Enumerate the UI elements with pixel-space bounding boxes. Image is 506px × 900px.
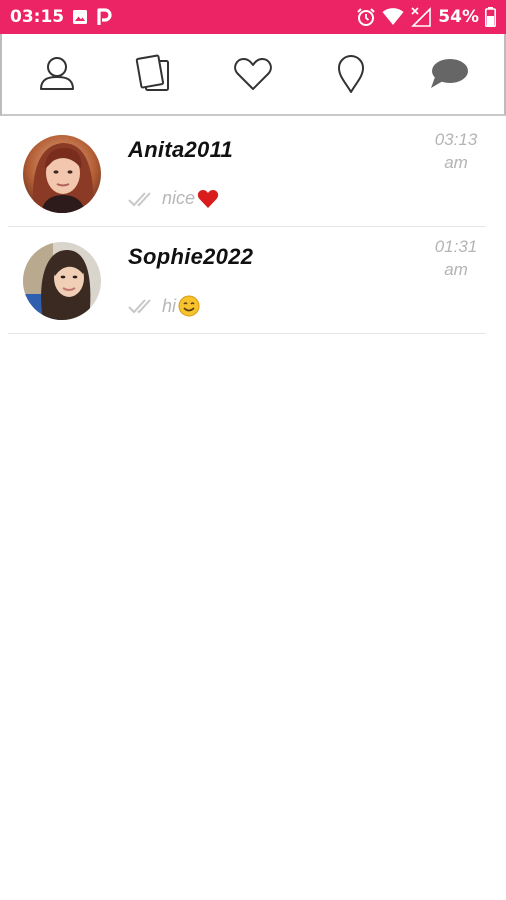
image-icon [72, 9, 88, 25]
conversation-item[interactable]: Sophie2022 hi 01:31 am [8, 227, 486, 334]
conversation-username: Sophie2022 [128, 244, 254, 269]
tab-nearby[interactable] [321, 44, 381, 104]
last-message: nice [128, 188, 219, 209]
last-message-text: nice [162, 188, 196, 208]
last-message-text: hi [162, 295, 177, 316]
p-app-icon [96, 8, 112, 26]
status-bar: 03:15 54% [0, 0, 506, 34]
double-check-icon [128, 298, 160, 314]
tab-bar [0, 34, 506, 116]
tab-likes[interactable] [223, 44, 283, 104]
avatar [23, 242, 101, 320]
conversation-list: Anita2011 nice 03:13 am Sophie2022 hi 01… [0, 120, 506, 334]
cards-icon [135, 54, 169, 91]
battery-percent: 54% [438, 7, 479, 27]
conversation-username: Anita2011 [128, 137, 234, 162]
conversation-time: 03:13 am [434, 130, 478, 172]
red-heart-emoji-icon [197, 189, 219, 209]
avatar [23, 135, 101, 213]
battery-icon [485, 7, 496, 27]
chat-bubble-icon [431, 59, 468, 88]
double-check-icon [128, 191, 160, 207]
tab-messages[interactable] [419, 44, 479, 104]
alarm-icon [356, 7, 376, 27]
conversation-time: 01:31 am [434, 237, 478, 279]
smiling-face-emoji-icon [178, 295, 200, 317]
tab-cards[interactable] [125, 44, 185, 104]
status-time: 03:15 [10, 7, 65, 27]
tab-profile[interactable] [27, 44, 87, 104]
location-pin-icon [338, 55, 364, 93]
user-icon [40, 57, 74, 90]
last-message: hi [128, 295, 200, 317]
conversation-item[interactable]: Anita2011 nice 03:13 am [8, 120, 486, 227]
heart-icon [234, 58, 272, 90]
wifi-icon [382, 8, 404, 26]
no-signal-icon [410, 7, 432, 27]
